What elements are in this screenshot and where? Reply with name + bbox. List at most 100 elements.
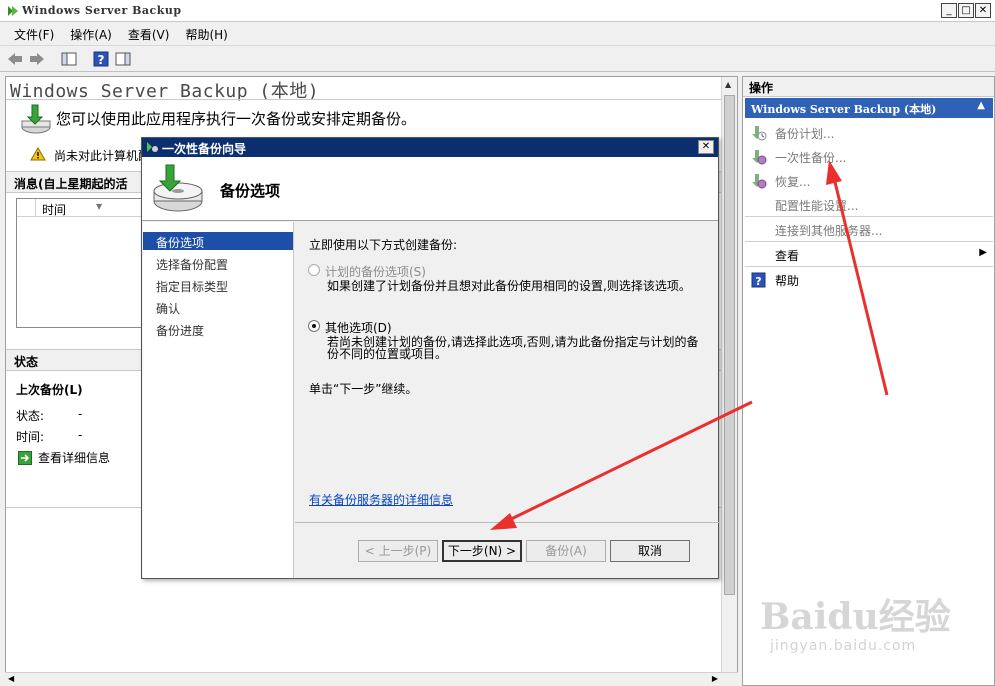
actions-group-header[interactable]: Windows Server Backup (本地) ▲ — [745, 98, 993, 118]
backup-once-icon — [752, 150, 767, 165]
option-scheduled-label: 计划的备份选项(S) — [325, 265, 426, 279]
backup-drive-icon — [21, 104, 51, 134]
warning-icon — [30, 147, 46, 161]
action-label: 连接到其他服务器... — [775, 224, 883, 238]
svg-text:?: ? — [98, 53, 105, 67]
action-performance-settings[interactable]: 配置性能设置... — [745, 193, 993, 215]
last-backup-heading: 上次备份(L) — [16, 383, 83, 397]
backup-server-info-link[interactable]: 有关备份服务器的详细信息 — [309, 491, 453, 508]
view-details-icon — [18, 450, 32, 465]
status-row: 状态: - — [16, 407, 82, 424]
toolbar: ? — [0, 46, 995, 72]
column-time-label: 时间 — [42, 203, 67, 217]
action-recover[interactable]: 恢复... — [745, 169, 993, 191]
continue-text: 单击“下一步”继续。 — [309, 382, 418, 396]
banner-title: 备份选项 — [220, 182, 281, 200]
option-other-desc: 若尚未创建计划的备份,请选择此选项,否则,请为此备份指定与计划的备份不同的位置或… — [327, 335, 699, 361]
action-help[interactable]: ? 帮助 — [745, 268, 993, 290]
scroll-up-arrow-icon[interactable]: ▲ — [725, 80, 731, 89]
show-action-pane-icon[interactable] — [114, 50, 132, 68]
option-other-label: 其他选项(D) — [325, 321, 392, 335]
dialog-banner: 备份选项 — [142, 157, 718, 221]
minimize-button[interactable]: _ — [941, 3, 957, 18]
action-label: 查看 — [775, 249, 800, 263]
action-backup-once[interactable]: 一次性备份... — [745, 145, 993, 167]
divider — [745, 216, 993, 217]
help-icon: ? — [751, 272, 766, 288]
sort-arrow-icon: ▼ — [96, 202, 103, 211]
warning-text: 尚未对此计算机配 — [54, 149, 151, 163]
backup-button[interactable]: 备份(A) — [526, 540, 606, 562]
status-label: 状态: — [16, 409, 45, 423]
menu-action[interactable]: 操作(A) — [62, 22, 120, 45]
wizard-content: 立即使用以下方式创建备份: 计划的备份选项(S) 如果创建了计划备份并且想对此备… — [294, 222, 718, 522]
scroll-right-arrow-icon[interactable]: ▶ — [712, 674, 718, 683]
wizard-step-select-config[interactable]: 选择备份配置 — [143, 254, 293, 272]
lead-text: 立即使用以下方式创建备份: — [309, 238, 458, 252]
previous-button[interactable]: < 上一步(P) — [358, 540, 438, 562]
wizard-step-progress[interactable]: 备份进度 — [143, 320, 293, 338]
wizard-step-confirm[interactable]: 确认 — [143, 298, 293, 316]
radio-other-options[interactable] — [308, 320, 320, 332]
status-value: - — [78, 407, 83, 421]
baidu-watermark: Baidu经验 jingyan.baidu.com — [760, 578, 990, 668]
time-row: 时间: - — [16, 428, 82, 445]
watermark-url: jingyan.baidu.com — [770, 638, 917, 654]
option-scheduled-desc: 如果创建了计划备份并且想对此备份使用相同的设置,则选择该选项。 — [327, 279, 691, 293]
backup-drive-icon — [153, 164, 203, 212]
main-vertical-scrollbar[interactable]: ▲ ▼ — [721, 77, 737, 685]
next-button[interactable]: 下一步(N) > — [442, 540, 522, 562]
menu-help[interactable]: 帮助(H) — [177, 22, 235, 45]
backup-once-wizard-dialog: 一次性备份向导 ✕ 备份选项 备份选项 选择备份配置 指定目标类型 确认 备份进… — [141, 137, 719, 579]
action-connect-other-server[interactable]: 连接到其他服务器... — [745, 218, 993, 240]
action-label: 帮助 — [775, 274, 800, 288]
radio-scheduled-options[interactable] — [308, 264, 320, 276]
console-tree-icon[interactable] — [60, 50, 78, 68]
menu-view[interactable]: 查看(V) — [120, 22, 178, 45]
action-label: 恢复... — [775, 175, 811, 189]
menu-file[interactable]: 文件(F) — [6, 22, 62, 45]
svg-text:?: ? — [755, 275, 761, 288]
backup-schedule-icon — [752, 126, 767, 141]
divider — [295, 522, 719, 523]
recover-icon — [752, 174, 767, 189]
view-details-link[interactable]: 查看详细信息 — [18, 449, 110, 466]
wizard-step-list: 备份选项 选择备份配置 指定目标类型 确认 备份进度 — [143, 222, 294, 578]
dialog-close-button[interactable]: ✕ — [698, 140, 714, 154]
close-button[interactable]: ✕ — [975, 3, 991, 18]
forward-arrow-icon[interactable] — [28, 50, 46, 68]
back-arrow-icon[interactable] — [6, 50, 24, 68]
collapse-arrow-icon[interactable]: ▲ — [977, 100, 985, 111]
scroll-left-arrow-icon[interactable]: ◀ — [8, 674, 14, 683]
watermark-brand: Baidu经验 — [760, 596, 951, 638]
main-horizontal-scrollbar[interactable]: ◀ ▶ — [5, 672, 738, 686]
window-titlebar: Windows Server Backup _ □ ✕ — [0, 0, 995, 22]
wizard-step-backup-options[interactable]: 备份选项 — [143, 232, 293, 250]
menu-bar: 文件(F) 操作(A) 查看(V) 帮助(H) — [0, 22, 995, 46]
backup-app-icon — [8, 6, 18, 16]
view-details-label: 查看详细信息 — [38, 451, 111, 465]
dialog-title: 一次性备份向导 — [162, 142, 247, 156]
action-label: 一次性备份... — [775, 151, 847, 165]
intro-text: 您可以使用此应用程序执行一次备份或安排定期备份。 — [56, 110, 417, 128]
maximize-button[interactable]: □ — [958, 3, 974, 18]
actions-header: 操作 — [743, 77, 994, 97]
cancel-button[interactable]: 取消 — [610, 540, 690, 562]
column-time[interactable]: 时间 ▼ — [35, 199, 145, 217]
divider — [745, 241, 993, 242]
help-icon[interactable]: ? — [92, 50, 110, 68]
action-view[interactable]: 查看 ▶ — [745, 243, 993, 265]
window-title: Windows Server Backup — [22, 4, 182, 17]
action-label: 备份计划... — [775, 127, 835, 141]
wizard-step-destination-type[interactable]: 指定目标类型 — [143, 276, 293, 294]
action-label: 配置性能设置... — [775, 199, 859, 213]
divider — [745, 266, 993, 267]
action-backup-schedule[interactable]: 备份计划... — [745, 121, 993, 143]
wizard-icon — [147, 142, 158, 152]
divider — [6, 99, 722, 100]
scroll-thumb[interactable] — [724, 95, 735, 595]
time-label: 时间: — [16, 430, 45, 444]
dialog-titlebar: 一次性备份向导 ✕ — [142, 138, 718, 157]
submenu-arrow-icon: ▶ — [979, 247, 987, 258]
time-value: - — [78, 428, 83, 442]
